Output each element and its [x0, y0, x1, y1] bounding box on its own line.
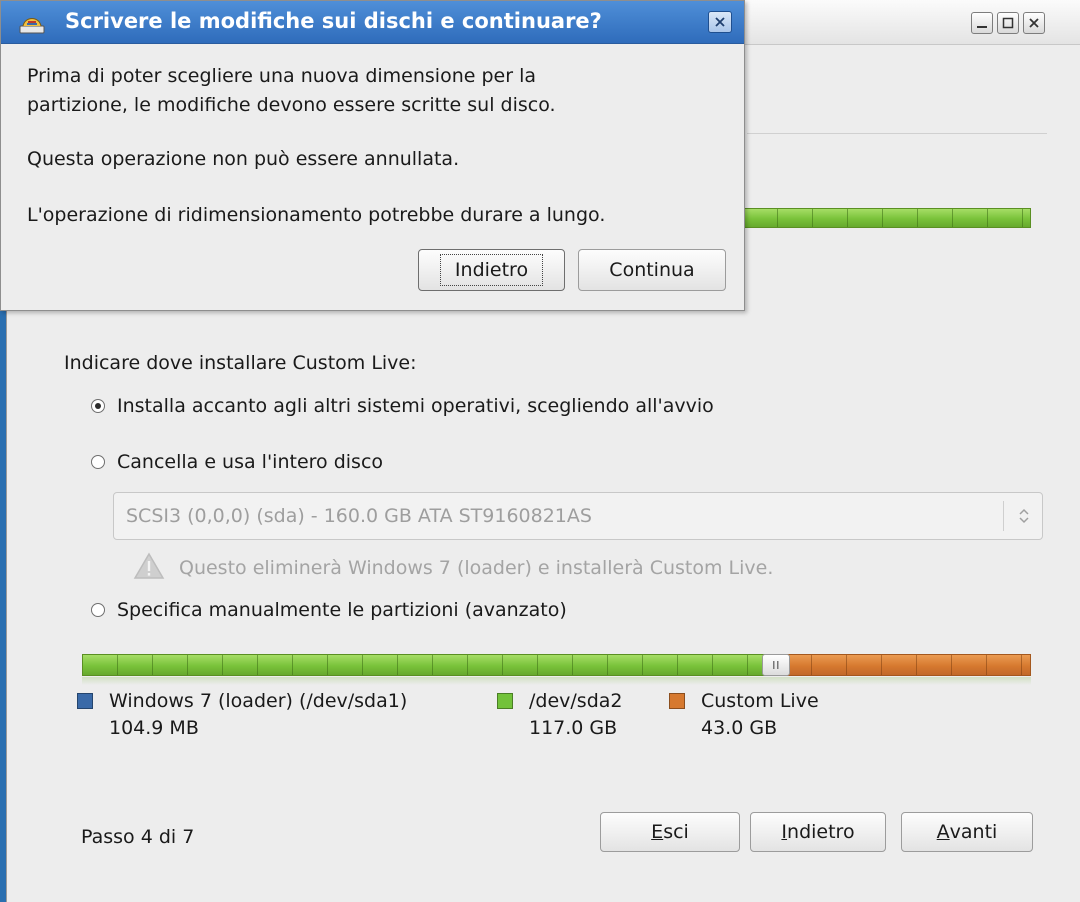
option-install-alongside[interactable]: Installa accanto agli altri sistemi oper… [91, 395, 714, 417]
disk-select[interactable]: SCSI3 (0,0,0) (sda) - 160.0 GB ATA ST916… [113, 492, 1043, 540]
partition-size-bar[interactable] [82, 654, 1031, 676]
install-location-prompt: Indicare dove installare Custom Live: [64, 352, 417, 374]
partition-segment-custom-live [776, 654, 1031, 676]
option-manual-partition[interactable]: Specifica manualmente le partizioni (ava… [91, 599, 567, 621]
header-separator [747, 133, 1047, 134]
legend-windows-7-size: 104.9 MB [109, 717, 199, 739]
back-button[interactable]: Indietro [750, 812, 886, 852]
quit-button[interactable]: Esci [600, 812, 740, 852]
disk-select-value: SCSI3 (0,0,0) (sda) - 160.0 GB ATA ST916… [126, 505, 592, 527]
maximize-icon[interactable] [997, 12, 1019, 34]
radio-manual-partition[interactable] [91, 603, 105, 617]
confirm-write-dialog: Scrivere le modifiche sui dischi e conti… [0, 0, 745, 311]
legend-custom-live-size: 43.0 GB [701, 717, 778, 739]
dialog-message-line-4: L'operazione di ridimensionamento potreb… [27, 204, 606, 226]
erase-warning: Questo eliminerà Windows 7 (loader) e in… [133, 552, 773, 584]
legend-sda2-size: 117.0 GB [529, 717, 618, 739]
option-manual-partition-label[interactable]: Specifica manualmente le partizioni (ava… [117, 599, 567, 621]
legend-sda2-name: /dev/sda2 [529, 690, 623, 712]
radio-erase-disk[interactable] [91, 455, 105, 469]
legend-custom-live-name: Custom Live [701, 690, 819, 712]
installer-app-icon [17, 8, 47, 40]
warning-text: Questo eliminerà Windows 7 (loader) e in… [179, 557, 774, 579]
partition-segment-sda2 [82, 654, 776, 676]
option-erase-disk[interactable]: Cancella e usa l'intero disco [91, 451, 383, 473]
dialog-continue-button[interactable]: Continua [578, 249, 726, 291]
partition-resize-handle[interactable] [762, 654, 790, 676]
partition-bar-reflection [82, 677, 1031, 685]
dialog-title: Scrivere le modifiche sui dischi e conti… [65, 9, 602, 33]
legend-swatch-windows-7 [77, 693, 93, 709]
updown-arrows-icon [1018, 505, 1030, 531]
option-erase-disk-label[interactable]: Cancella e usa l'intero disco [117, 451, 383, 473]
dialog-titlebar[interactable]: Scrivere le modifiche sui dischi e conti… [1, 1, 744, 44]
dialog-close-icon[interactable] [708, 11, 732, 33]
partition-bar-top [742, 208, 1031, 228]
dialog-continue-label: Continua [609, 259, 695, 281]
step-indicator: Passo 4 di 7 [81, 826, 195, 848]
next-button[interactable]: Avanti [901, 812, 1033, 852]
minimize-icon[interactable] [971, 12, 993, 34]
dialog-back-button[interactable]: Indietro [418, 249, 565, 291]
dialog-message-line-3: Questa operazione non può essere annulla… [27, 148, 460, 170]
dialog-message-line-2: partizione, le modifiche devono essere s… [27, 94, 556, 116]
legend-swatch-sda2 [497, 693, 513, 709]
radio-install-alongside[interactable] [91, 399, 105, 413]
legend-swatch-custom-live [669, 693, 685, 709]
warning-icon [133, 552, 165, 584]
close-icon[interactable] [1023, 12, 1045, 34]
dialog-message-line-1: Prima di poter scegliere una nuova dimen… [27, 65, 537, 87]
dialog-back-label: Indietro [439, 254, 544, 286]
disk-select-divider [1003, 501, 1004, 531]
legend-windows-7-name: Windows 7 (loader) (/dev/sda1) [109, 690, 408, 712]
option-install-alongside-label[interactable]: Installa accanto agli altri sistemi oper… [117, 395, 714, 417]
